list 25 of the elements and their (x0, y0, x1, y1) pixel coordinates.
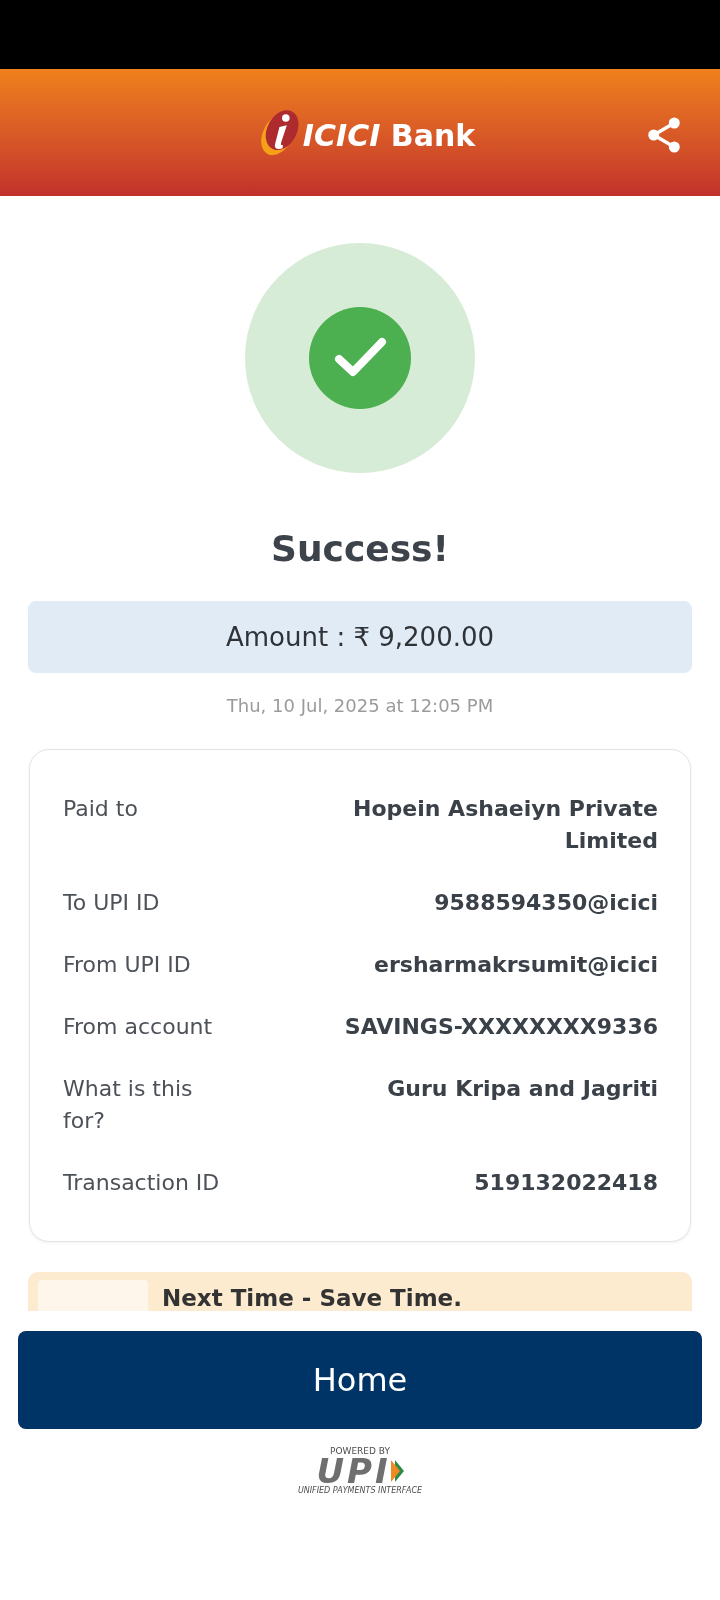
detail-label: From account (63, 1013, 214, 1041)
detail-value: SAVINGS-XXXXXXXX9336 (344, 1013, 658, 1041)
detail-value: ersharmakrsumit@icici (374, 951, 658, 979)
amount-text: Amount : ₹ 9,200.00 (225, 621, 495, 653)
detail-label: Paid to (63, 795, 139, 823)
success-check-icon (245, 243, 475, 473)
detail-label: To UPI ID (63, 889, 161, 917)
share-icon[interactable] (647, 117, 681, 153)
detail-value: Guru Kripa and Jagriti (387, 1075, 658, 1103)
timestamp-text: Thu, 10 Jul, 2025 at 12:05 PM (226, 694, 494, 718)
detail-label: Transaction ID (63, 1169, 221, 1197)
detail-value: 519132022418 (474, 1169, 658, 1197)
detail-label: From UPI ID (63, 951, 192, 979)
detail-value: Hopein Ashaeiyn Private Limited (352, 795, 658, 855)
detail-value: 9588594350@icici (434, 889, 658, 917)
detail-label: What is this for? (63, 1075, 194, 1135)
upi-arrow-icon (390, 1460, 404, 1482)
bank-emblem-icon (260, 109, 299, 156)
status-title: Success! (271, 527, 449, 571)
upi-tagline-text: UNIFIED PAYMENTS INTERFACE (297, 1486, 423, 1496)
bank-logo-text: ICICI Bank (302, 117, 476, 154)
promo-title: Next Time - Save Time. (162, 1285, 462, 1311)
home-button[interactable]: Home (18, 1331, 702, 1429)
powered-by-text: POWERED BY (330, 1446, 390, 1456)
upi-logo-text: UPI (316, 1456, 391, 1486)
